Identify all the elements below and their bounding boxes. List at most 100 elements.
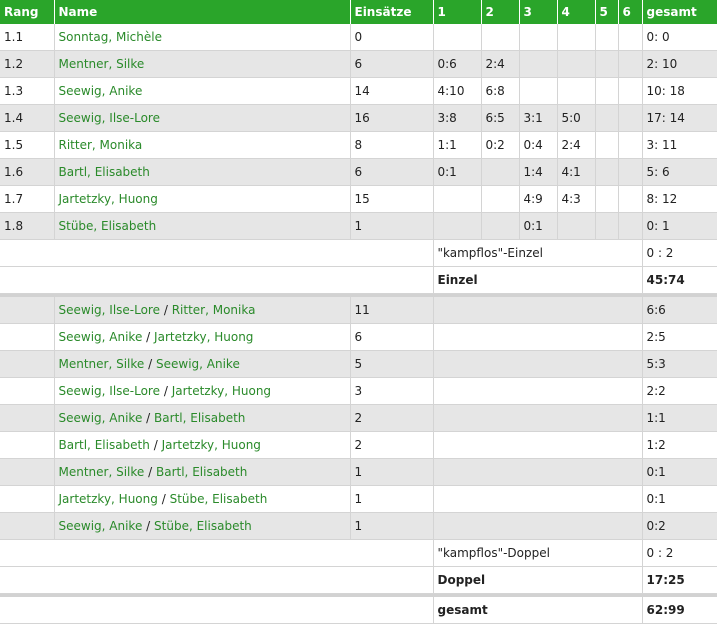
singles-kampflos-row: "kampflos"-Einzel 0 : 2 — [0, 239, 717, 267]
set-1-cell — [433, 212, 482, 240]
total-cell: 0: 0 — [642, 24, 717, 51]
set-5-cell — [595, 131, 619, 159]
player-name-link[interactable]: Mentner, Silke — [59, 465, 145, 479]
set-1-cell: 1:1 — [433, 131, 482, 159]
sets-cell — [433, 485, 643, 513]
player-name-link[interactable]: Bartl, Elisabeth — [154, 411, 245, 425]
set-2-cell — [481, 212, 520, 240]
pair-name-cell: Seewig, Anike / Jartetzky, Huong — [54, 323, 351, 351]
player-name-link[interactable]: Jartetzky, Huong — [172, 384, 271, 398]
header-row: Rang Name Einsätze 1 2 3 4 5 6 gesamt — [0, 0, 717, 24]
pair-name-cell: Mentner, Silke / Seewig, Anike — [54, 350, 351, 378]
set-4-cell — [557, 24, 596, 51]
total-cell: 0:1 — [642, 485, 717, 513]
set-4-cell — [557, 50, 596, 78]
set-5-cell — [595, 185, 619, 213]
sets-cell — [433, 431, 643, 459]
einsaetze-cell: 16 — [350, 104, 434, 132]
total-cell: 2: 10 — [642, 50, 717, 78]
set-4-cell — [557, 212, 596, 240]
total-cell: 1:2 — [642, 431, 717, 459]
player-name-link[interactable]: Bartl, Elisabeth — [156, 465, 247, 479]
set-3-cell: 0:4 — [519, 131, 558, 159]
player-name-link[interactable]: Ritter, Monika — [172, 303, 256, 317]
set-2-cell: 0:2 — [481, 131, 520, 159]
header-set-5: 5 — [595, 0, 619, 24]
set-3-cell — [519, 24, 558, 51]
rank-cell — [0, 377, 55, 405]
pair-name-cell: Jartetzky, Huong / Stübe, Elisabeth — [54, 485, 351, 513]
set-4-cell: 2:4 — [557, 131, 596, 159]
header-set-3: 3 — [519, 0, 558, 24]
set-1-cell: 4:10 — [433, 77, 482, 105]
header-set-2: 2 — [481, 0, 520, 24]
set-6-cell — [618, 77, 643, 105]
doubles-row: Mentner, Silke / Seewig, Anike 5 5:3 — [0, 350, 717, 378]
total-cell: 8: 12 — [642, 185, 717, 213]
total-cell: 1:1 — [642, 404, 717, 432]
einsaetze-cell: 6 — [350, 158, 434, 186]
set-4-cell: 5:0 — [557, 104, 596, 132]
set-2-cell — [481, 158, 520, 186]
pair-separator: / — [146, 411, 151, 425]
set-1-cell: 3:8 — [433, 104, 482, 132]
header-name: Name — [54, 0, 351, 24]
set-5-cell — [595, 104, 619, 132]
player-name-link[interactable]: Seewig, Anike — [59, 519, 143, 533]
pair-separator: / — [163, 384, 168, 398]
player-name-link[interactable]: Bartl, Elisabeth — [59, 438, 150, 452]
set-2-cell: 6:8 — [481, 77, 520, 105]
player-name-link[interactable]: Seewig, Ilse-Lore — [59, 303, 160, 317]
sets-cell — [433, 350, 643, 378]
player-name-link[interactable]: Stübe, Elisabeth — [59, 219, 157, 233]
rank-cell — [0, 404, 55, 432]
sets-cell — [433, 458, 643, 486]
set-2-cell: 2:4 — [481, 50, 520, 78]
player-name-cell: Stübe, Elisabeth — [54, 212, 351, 240]
player-name-link[interactable]: Seewig, Ilse-Lore — [59, 111, 160, 125]
player-name-link[interactable]: Mentner, Silke — [59, 357, 145, 371]
set-1-cell: 0:6 — [433, 50, 482, 78]
rank-cell: 1.2 — [0, 50, 55, 78]
player-name-link[interactable]: Seewig, Ilse-Lore — [59, 384, 160, 398]
doubles-row: Mentner, Silke / Bartl, Elisabeth 1 0:1 — [0, 458, 717, 486]
player-name-cell: Bartl, Elisabeth — [54, 158, 351, 186]
doubles-total-value: 17:25 — [642, 566, 717, 594]
player-name-link[interactable]: Jartetzky, Huong — [59, 192, 158, 206]
rank-cell — [0, 350, 55, 378]
player-name-link[interactable]: Seewig, Anike — [156, 357, 240, 371]
singles-row: 1.6 Bartl, Elisabeth 6 0:1 1:4 4:1 5: 6 — [0, 158, 717, 186]
set-2-cell — [481, 185, 520, 213]
set-6-cell — [618, 158, 643, 186]
player-name-link[interactable]: Mentner, Silke — [59, 57, 145, 71]
player-name-link[interactable]: Seewig, Anike — [59, 411, 143, 425]
player-name-link[interactable]: Stübe, Elisabeth — [154, 519, 252, 533]
sets-cell — [433, 323, 643, 351]
set-6-cell — [618, 50, 643, 78]
player-name-link[interactable]: Jartetzky, Huong — [59, 492, 158, 506]
player-name-link[interactable]: Jartetzky, Huong — [154, 330, 253, 344]
set-6-cell — [618, 24, 643, 51]
set-1-cell: 0:1 — [433, 158, 482, 186]
player-name-link[interactable]: Seewig, Anike — [59, 330, 143, 344]
singles-total-row: Einzel 45:74 — [0, 266, 717, 294]
player-name-link[interactable]: Bartl, Elisabeth — [59, 165, 150, 179]
player-name-cell: Mentner, Silke — [54, 50, 351, 78]
singles-total-label: Einzel — [433, 266, 643, 294]
pair-name-cell: Bartl, Elisabeth / Jartetzky, Huong — [54, 431, 351, 459]
player-name-link[interactable]: Stübe, Elisabeth — [170, 492, 268, 506]
grand-total-value: 62:99 — [642, 597, 717, 624]
player-name-link[interactable]: Ritter, Monika — [59, 138, 143, 152]
pair-separator: / — [146, 330, 151, 344]
header-rank: Rang — [0, 0, 55, 24]
total-cell: 17: 14 — [642, 104, 717, 132]
player-name-link[interactable]: Seewig, Anike — [59, 84, 143, 98]
total-cell: 6:6 — [642, 297, 717, 324]
doubles-total-row: Doppel 17:25 — [0, 566, 717, 594]
player-name-cell: Ritter, Monika — [54, 131, 351, 159]
player-name-link[interactable]: Jartetzky, Huong — [162, 438, 261, 452]
set-4-cell: 4:1 — [557, 158, 596, 186]
doubles-row: Seewig, Ilse-Lore / Jartetzky, Huong 3 2:2 — [0, 377, 717, 405]
player-name-link[interactable]: Sonntag, Michèle — [59, 30, 162, 44]
rank-cell — [0, 512, 55, 540]
